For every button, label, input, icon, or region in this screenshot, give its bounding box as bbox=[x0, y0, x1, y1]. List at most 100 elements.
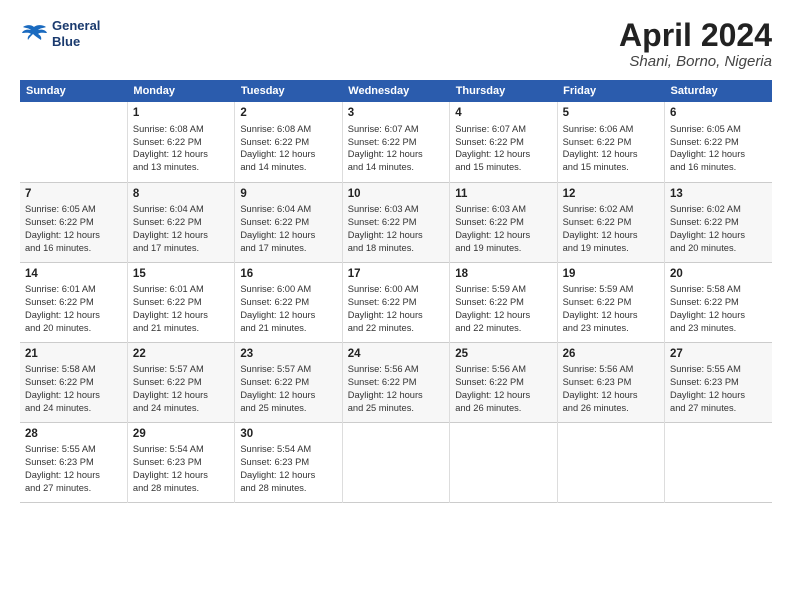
day-header-tuesday: Tuesday bbox=[235, 80, 342, 102]
day-info: Sunrise: 6:08 AM Sunset: 6:22 PM Dayligh… bbox=[133, 123, 229, 174]
day-cell: 12Sunrise: 6:02 AM Sunset: 6:22 PM Dayli… bbox=[557, 182, 664, 262]
day-cell: 8Sunrise: 6:04 AM Sunset: 6:22 PM Daylig… bbox=[127, 182, 234, 262]
day-cell: 23Sunrise: 5:57 AM Sunset: 6:22 PM Dayli… bbox=[235, 342, 342, 422]
day-info: Sunrise: 5:57 AM Sunset: 6:22 PM Dayligh… bbox=[240, 363, 336, 414]
logo-icon bbox=[20, 23, 48, 45]
day-info: Sunrise: 5:56 AM Sunset: 6:23 PM Dayligh… bbox=[563, 363, 659, 414]
week-row-5: 28Sunrise: 5:55 AM Sunset: 6:23 PM Dayli… bbox=[20, 422, 772, 502]
day-cell: 5Sunrise: 6:06 AM Sunset: 6:22 PM Daylig… bbox=[557, 102, 664, 182]
day-cell: 22Sunrise: 5:57 AM Sunset: 6:22 PM Dayli… bbox=[127, 342, 234, 422]
day-cell: 9Sunrise: 6:04 AM Sunset: 6:22 PM Daylig… bbox=[235, 182, 342, 262]
logo: General Blue bbox=[20, 18, 100, 49]
day-number: 4 bbox=[455, 106, 551, 122]
day-cell bbox=[557, 422, 664, 502]
day-number: 2 bbox=[240, 106, 336, 122]
day-cell: 27Sunrise: 5:55 AM Sunset: 6:23 PM Dayli… bbox=[665, 342, 772, 422]
day-number: 30 bbox=[240, 427, 336, 443]
day-info: Sunrise: 5:55 AM Sunset: 6:23 PM Dayligh… bbox=[670, 363, 767, 414]
day-info: Sunrise: 5:55 AM Sunset: 6:23 PM Dayligh… bbox=[25, 443, 122, 494]
day-number: 25 bbox=[455, 347, 551, 363]
day-info: Sunrise: 5:59 AM Sunset: 6:22 PM Dayligh… bbox=[563, 283, 659, 334]
logo-text: General Blue bbox=[52, 18, 100, 49]
day-number: 24 bbox=[348, 347, 444, 363]
day-info: Sunrise: 6:02 AM Sunset: 6:22 PM Dayligh… bbox=[563, 203, 659, 254]
day-cell bbox=[342, 422, 449, 502]
day-number: 29 bbox=[133, 427, 229, 443]
logo-line2: Blue bbox=[52, 34, 100, 50]
day-cell: 14Sunrise: 6:01 AM Sunset: 6:22 PM Dayli… bbox=[20, 262, 127, 342]
day-info: Sunrise: 6:00 AM Sunset: 6:22 PM Dayligh… bbox=[240, 283, 336, 334]
day-number: 5 bbox=[563, 106, 659, 122]
day-cell: 11Sunrise: 6:03 AM Sunset: 6:22 PM Dayli… bbox=[450, 182, 557, 262]
day-number: 3 bbox=[348, 106, 444, 122]
day-header-sunday: Sunday bbox=[20, 80, 127, 102]
day-header-thursday: Thursday bbox=[450, 80, 557, 102]
day-number: 19 bbox=[563, 267, 659, 283]
day-info: Sunrise: 5:58 AM Sunset: 6:22 PM Dayligh… bbox=[25, 363, 122, 414]
location-title: Shani, Borno, Nigeria bbox=[619, 53, 772, 70]
day-number: 26 bbox=[563, 347, 659, 363]
day-header-saturday: Saturday bbox=[665, 80, 772, 102]
day-cell: 13Sunrise: 6:02 AM Sunset: 6:22 PM Dayli… bbox=[665, 182, 772, 262]
day-cell: 29Sunrise: 5:54 AM Sunset: 6:23 PM Dayli… bbox=[127, 422, 234, 502]
day-number: 15 bbox=[133, 267, 229, 283]
day-cell bbox=[20, 102, 127, 182]
day-cell: 18Sunrise: 5:59 AM Sunset: 6:22 PM Dayli… bbox=[450, 262, 557, 342]
day-number: 22 bbox=[133, 347, 229, 363]
day-info: Sunrise: 6:03 AM Sunset: 6:22 PM Dayligh… bbox=[455, 203, 551, 254]
day-number: 10 bbox=[348, 187, 444, 203]
day-number: 1 bbox=[133, 106, 229, 122]
day-cell: 16Sunrise: 6:00 AM Sunset: 6:22 PM Dayli… bbox=[235, 262, 342, 342]
week-row-1: 1Sunrise: 6:08 AM Sunset: 6:22 PM Daylig… bbox=[20, 102, 772, 182]
day-number: 13 bbox=[670, 187, 767, 203]
month-title: April 2024 bbox=[619, 18, 772, 53]
page: General Blue April 2024 Shani, Borno, Ni… bbox=[0, 0, 792, 612]
week-row-3: 14Sunrise: 6:01 AM Sunset: 6:22 PM Dayli… bbox=[20, 262, 772, 342]
day-cell: 10Sunrise: 6:03 AM Sunset: 6:22 PM Dayli… bbox=[342, 182, 449, 262]
day-number: 9 bbox=[240, 187, 336, 203]
week-row-2: 7Sunrise: 6:05 AM Sunset: 6:22 PM Daylig… bbox=[20, 182, 772, 262]
day-info: Sunrise: 6:03 AM Sunset: 6:22 PM Dayligh… bbox=[348, 203, 444, 254]
day-number: 12 bbox=[563, 187, 659, 203]
day-info: Sunrise: 6:05 AM Sunset: 6:22 PM Dayligh… bbox=[670, 123, 767, 174]
day-cell: 21Sunrise: 5:58 AM Sunset: 6:22 PM Dayli… bbox=[20, 342, 127, 422]
day-number: 18 bbox=[455, 267, 551, 283]
day-cell: 15Sunrise: 6:01 AM Sunset: 6:22 PM Dayli… bbox=[127, 262, 234, 342]
day-number: 17 bbox=[348, 267, 444, 283]
day-number: 8 bbox=[133, 187, 229, 203]
day-cell: 28Sunrise: 5:55 AM Sunset: 6:23 PM Dayli… bbox=[20, 422, 127, 502]
day-number: 6 bbox=[670, 106, 767, 122]
day-info: Sunrise: 6:04 AM Sunset: 6:22 PM Dayligh… bbox=[133, 203, 229, 254]
day-number: 23 bbox=[240, 347, 336, 363]
day-number: 7 bbox=[25, 187, 122, 203]
day-info: Sunrise: 6:05 AM Sunset: 6:22 PM Dayligh… bbox=[25, 203, 122, 254]
day-info: Sunrise: 5:59 AM Sunset: 6:22 PM Dayligh… bbox=[455, 283, 551, 334]
day-cell: 20Sunrise: 5:58 AM Sunset: 6:22 PM Dayli… bbox=[665, 262, 772, 342]
day-number: 21 bbox=[25, 347, 122, 363]
day-number: 11 bbox=[455, 187, 551, 203]
day-cell: 4Sunrise: 6:07 AM Sunset: 6:22 PM Daylig… bbox=[450, 102, 557, 182]
week-row-4: 21Sunrise: 5:58 AM Sunset: 6:22 PM Dayli… bbox=[20, 342, 772, 422]
day-info: Sunrise: 5:54 AM Sunset: 6:23 PM Dayligh… bbox=[133, 443, 229, 494]
day-info: Sunrise: 6:00 AM Sunset: 6:22 PM Dayligh… bbox=[348, 283, 444, 334]
days-header-row: SundayMondayTuesdayWednesdayThursdayFrid… bbox=[20, 80, 772, 102]
day-info: Sunrise: 6:01 AM Sunset: 6:22 PM Dayligh… bbox=[133, 283, 229, 334]
day-cell bbox=[450, 422, 557, 502]
day-info: Sunrise: 6:01 AM Sunset: 6:22 PM Dayligh… bbox=[25, 283, 122, 334]
day-cell: 17Sunrise: 6:00 AM Sunset: 6:22 PM Dayli… bbox=[342, 262, 449, 342]
day-cell bbox=[665, 422, 772, 502]
day-info: Sunrise: 6:08 AM Sunset: 6:22 PM Dayligh… bbox=[240, 123, 336, 174]
day-header-friday: Friday bbox=[557, 80, 664, 102]
day-number: 20 bbox=[670, 267, 767, 283]
day-cell: 19Sunrise: 5:59 AM Sunset: 6:22 PM Dayli… bbox=[557, 262, 664, 342]
day-cell: 30Sunrise: 5:54 AM Sunset: 6:23 PM Dayli… bbox=[235, 422, 342, 502]
calendar-table: SundayMondayTuesdayWednesdayThursdayFrid… bbox=[20, 80, 772, 503]
title-block: April 2024 Shani, Borno, Nigeria bbox=[619, 18, 772, 70]
day-info: Sunrise: 6:06 AM Sunset: 6:22 PM Dayligh… bbox=[563, 123, 659, 174]
day-number: 16 bbox=[240, 267, 336, 283]
day-cell: 25Sunrise: 5:56 AM Sunset: 6:22 PM Dayli… bbox=[450, 342, 557, 422]
header: General Blue April 2024 Shani, Borno, Ni… bbox=[20, 18, 772, 70]
day-cell: 2Sunrise: 6:08 AM Sunset: 6:22 PM Daylig… bbox=[235, 102, 342, 182]
day-number: 27 bbox=[670, 347, 767, 363]
day-cell: 1Sunrise: 6:08 AM Sunset: 6:22 PM Daylig… bbox=[127, 102, 234, 182]
